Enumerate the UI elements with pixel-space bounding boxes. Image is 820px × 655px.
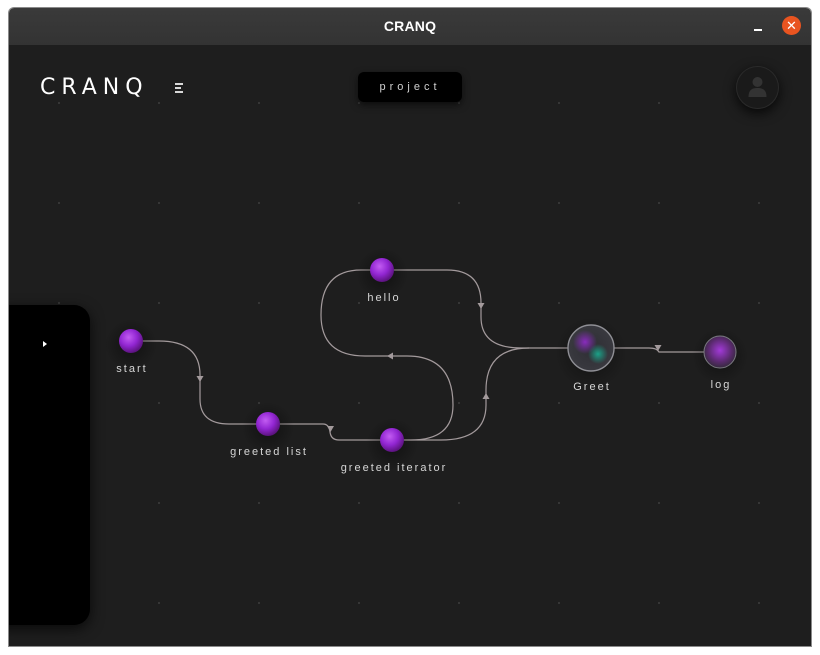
- node-hello[interactable]: hello: [356, 248, 408, 304]
- node-greeted-list-port[interactable]: [256, 412, 280, 436]
- app-window: CRANQ ✕ CRANQ project start greeted list…: [9, 8, 811, 646]
- node-label-greeted-iterator: greeted iterator: [341, 462, 448, 474]
- node-greeted-iterator-port[interactable]: [380, 428, 404, 452]
- edge-hello-greet: [391, 269, 579, 349]
- edge-arrow: [477, 303, 485, 309]
- graph-canvas[interactable]: CRANQ project start greeted list greeted…: [9, 45, 811, 646]
- node-log-port[interactable]: [703, 335, 737, 369]
- node-label-hello: hello: [367, 292, 400, 304]
- node-label-start: start: [116, 363, 147, 375]
- edge-arrow: [387, 352, 393, 360]
- edge-arrow: [327, 426, 334, 432]
- node-greet[interactable]: Greet: [555, 317, 627, 393]
- edge-arrow: [196, 376, 204, 382]
- node-label-greeted-list: greeted list: [230, 446, 308, 458]
- window-title: CRANQ: [383, 18, 437, 34]
- node-start-port[interactable]: [119, 329, 143, 353]
- greet-teal-glow: [588, 344, 608, 364]
- edge-iterator-greet: [400, 347, 530, 441]
- title-bar[interactable]: CRANQ ✕: [9, 8, 811, 46]
- node-greeted-iterator[interactable]: greeted iterator: [341, 418, 448, 474]
- node-start[interactable]: start: [105, 319, 157, 375]
- node-label-log: log: [711, 379, 732, 391]
- node-log[interactable]: log: [692, 328, 748, 391]
- node-greeted-list[interactable]: greeted list: [230, 402, 308, 458]
- edge-arrow: [482, 393, 490, 399]
- minimize-icon[interactable]: [752, 20, 766, 34]
- node-label-greet: Greet: [573, 381, 611, 393]
- node-hello-port[interactable]: [370, 258, 394, 282]
- edge-arrow: [654, 345, 662, 351]
- close-icon[interactable]: ✕: [782, 16, 801, 35]
- flow-graph: start greeted list greeted iterator hell…: [105, 248, 748, 474]
